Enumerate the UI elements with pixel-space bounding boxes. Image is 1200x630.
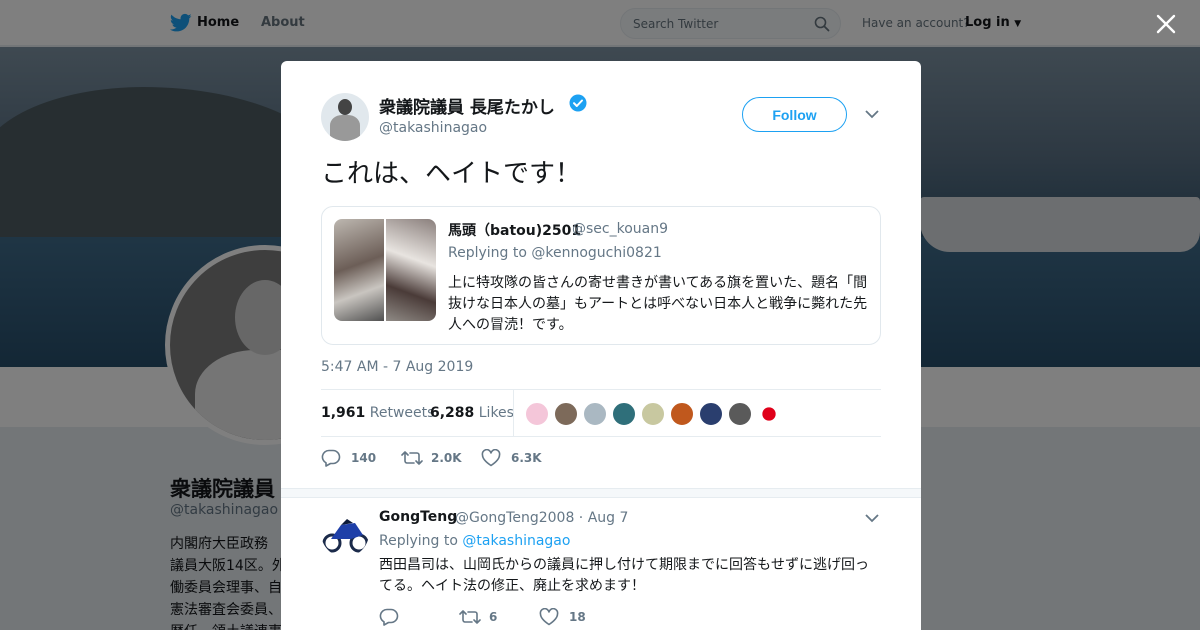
avatar-body (330, 115, 360, 141)
reply-author-handle[interactable]: @GongTeng2008 · Aug 7 (455, 510, 628, 526)
tweet-stats: 1,961 Retweets 6,288 Likes (321, 389, 881, 437)
likes-label: Likes (478, 405, 514, 421)
like-button[interactable]: 18 (539, 605, 609, 629)
tweet-modal: 衆議院議員 長尾たかし @takashinagao Follow これは、ヘイト… (281, 61, 921, 630)
like-count: 6.3K (511, 451, 542, 465)
liker-avatar[interactable] (583, 402, 607, 426)
replies-divider (281, 488, 921, 498)
tweet-timestamp[interactable]: 5:47 AM - 7 Aug 2019 (321, 359, 473, 375)
reply-actions: 6 18 (379, 605, 779, 629)
chevron-down-icon[interactable] (865, 109, 879, 119)
reply-text: 西田昌司は、山岡氏からの議員に押し付けて期限までに回答もせずに逃げ回ってる。ヘイ… (379, 557, 869, 594)
quoted-image-2[interactable] (386, 219, 436, 321)
chevron-down-icon[interactable] (865, 513, 879, 523)
liker-avatar[interactable] (525, 402, 549, 426)
quoted-replying-to: Replying to @kennoguchi0821 (448, 245, 662, 261)
retweets-label: Retweets (369, 405, 435, 421)
tweet-actions: 140 2.0K 6.3K (321, 446, 881, 470)
retweet-icon (459, 610, 481, 624)
retweet-count: 2.0K (431, 451, 462, 465)
replying-prefix: Replying to (379, 533, 458, 549)
liker-avatar[interactable] (757, 402, 781, 426)
quoted-author-handle: @sec_kouan9 (572, 221, 669, 237)
avatar-head (338, 99, 352, 115)
author-avatar[interactable] (321, 93, 369, 141)
follow-button[interactable]: Follow (742, 97, 847, 132)
quoted-author-name: 馬頭（batou)2501 (448, 223, 582, 239)
quoted-text: 上に特攻隊の皆さんの寄せ書きが書いてある旗を置いた、題名「間抜けな日本人の墓」も… (448, 275, 868, 333)
retweet-button[interactable]: 6 (459, 605, 529, 629)
like-stat[interactable]: 6,288 Likes (430, 405, 514, 421)
retweets-count: 1,961 (321, 405, 366, 421)
reply-author-name[interactable]: GongTeng (379, 509, 457, 525)
reply-button[interactable] (379, 605, 439, 629)
retweet-stat[interactable]: 1,961 Retweets (321, 405, 434, 421)
reply-button[interactable]: 140 (321, 446, 381, 470)
author-handle[interactable]: @takashinagao (379, 120, 487, 136)
close-icon[interactable] (1155, 13, 1177, 35)
reply-author-avatar[interactable] (321, 509, 369, 557)
quoted-tweet[interactable]: 馬頭（batou)2501 @sec_kouan9 Replying to @k… (321, 206, 881, 345)
author-name[interactable]: 衆議院議員 長尾たかし (379, 93, 555, 118)
liker-avatar[interactable] (612, 402, 636, 426)
likes-count: 6,288 (430, 405, 475, 421)
stats-divider (513, 390, 514, 436)
reply-icon (321, 449, 341, 467)
liker-avatar[interactable] (554, 402, 578, 426)
like-count: 18 (569, 610, 586, 624)
retweet-button[interactable]: 2.0K (401, 446, 471, 470)
liker-avatar[interactable] (699, 402, 723, 426)
liker-avatar[interactable] (641, 402, 665, 426)
reply-count: 140 (351, 451, 377, 465)
retweet-icon (401, 451, 423, 465)
quoted-image-1[interactable] (334, 219, 384, 321)
liker-avatar[interactable] (728, 402, 752, 426)
heart-icon (539, 608, 559, 626)
replying-handle-link[interactable]: @takashinagao (462, 533, 570, 549)
reply-replying-to: Replying to @takashinagao (379, 533, 570, 549)
retweet-count: 6 (489, 610, 498, 624)
tweet-text: これは、ヘイトです！ (321, 159, 582, 189)
heart-icon (481, 449, 501, 467)
reply-icon (379, 608, 399, 626)
like-button[interactable]: 6.3K (481, 446, 551, 470)
liker-avatar[interactable] (670, 402, 694, 426)
verified-badge-icon (569, 94, 587, 112)
motorcycle-image (321, 509, 369, 557)
